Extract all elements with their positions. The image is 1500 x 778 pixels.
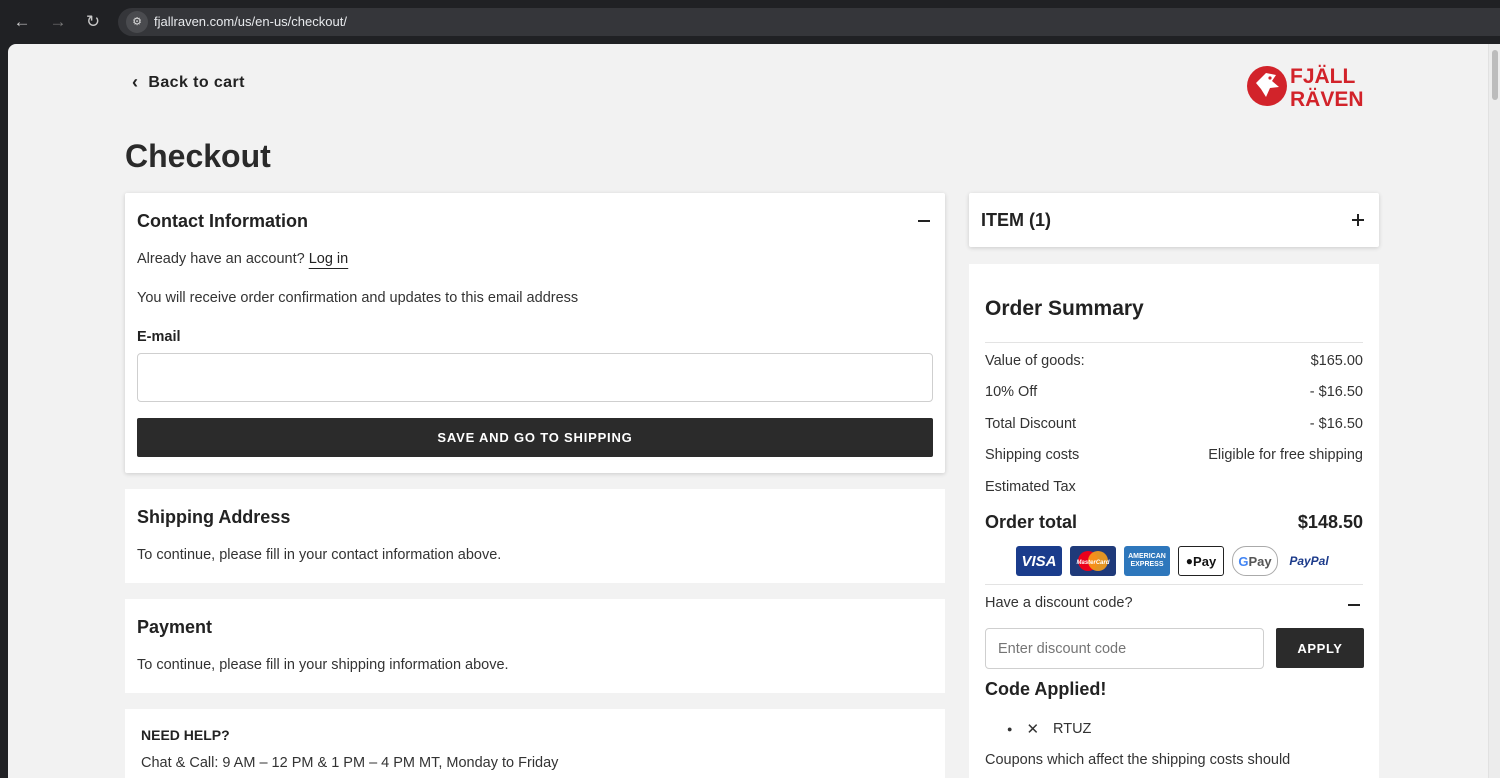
scrollbar-thumb[interactable] <box>1492 50 1498 100</box>
remove-code-x-icon[interactable]: ✕ <box>1026 720 1039 738</box>
summary-row-estimated-tax: Estimated Tax <box>985 479 1363 495</box>
bullet-icon: ● <box>1007 724 1013 734</box>
mastercard-label: MasterCard <box>1076 560 1109 566</box>
page-title: Checkout <box>125 138 271 174</box>
back-arrow-icon[interactable]: ← <box>11 11 33 33</box>
order-total-value: $148.50 <box>1297 512 1363 532</box>
summary-label: Estimated Tax <box>985 479 1076 495</box>
logo-line1: FJÄLL <box>1290 65 1356 88</box>
summary-row-total-discount: Total Discount - $16.50 <box>985 416 1363 432</box>
site-settings-icon[interactable]: ⚙ <box>126 11 148 33</box>
page-scrollbar[interactable] <box>1488 44 1500 778</box>
order-summary-heading: Order Summary <box>985 297 1144 320</box>
page-viewport: ‹ Back to cart FJÄLL RÄVEN Checkout Cont… <box>8 44 1500 778</box>
collapse-minus-icon[interactable] <box>1348 604 1360 606</box>
shipping-address-section: Shipping Address To continue, please fil… <box>125 489 945 583</box>
order-total-row: Order total $148.50 <box>985 512 1363 533</box>
summary-row-10-off: 10% Off - $16.50 <box>985 384 1363 400</box>
summary-value: $165.00 <box>1310 353 1363 369</box>
summary-value: - $16.50 <box>1309 416 1363 432</box>
email-field[interactable] <box>137 353 933 402</box>
need-help-section: NEED HELP? Chat & Call: 9 AM – 12 PM & 1… <box>125 709 945 778</box>
divider <box>985 584 1363 585</box>
summary-row-shipping-costs: Shipping costs Eligible for free shippin… <box>985 447 1363 463</box>
discount-code-input[interactable] <box>985 628 1264 669</box>
apple-pay-icon: ● Pay <box>1178 546 1224 576</box>
contact-information-section: Contact Information Already have an acco… <box>125 193 945 473</box>
save-and-go-to-shipping-button[interactable]: SAVE AND GO TO SHIPPING <box>137 418 933 457</box>
summary-label: Shipping costs <box>985 447 1080 463</box>
summary-row-value-of-goods: Value of goods: $165.00 <box>985 353 1363 369</box>
logo-line2: RÄVEN <box>1290 88 1364 111</box>
fjallraven-logo[interactable]: FJÄLL RÄVEN <box>1246 61 1378 111</box>
item-label: ITEM (1) <box>981 210 1051 230</box>
reload-icon[interactable]: ↻ <box>82 11 104 33</box>
applied-code: RTUZ <box>1053 721 1092 737</box>
email-label: E-mail <box>137 329 181 345</box>
google-pay-icon: G Pay <box>1232 546 1278 576</box>
email-info-text: You will receive order confirmation and … <box>137 290 579 306</box>
collapse-minus-icon[interactable] <box>918 220 930 222</box>
forward-arrow-icon[interactable]: → <box>47 11 69 33</box>
discount-prompt: Have a discount code? <box>985 595 1133 611</box>
payment-heading: Payment <box>137 617 213 637</box>
chevron-left-icon: ‹ <box>132 72 139 92</box>
browser-chrome: ← → ↻ ⚙ fjallraven.com/us/en-us/checkout… <box>0 0 1500 44</box>
account-prompt-line: Already have an account? Log in <box>137 251 348 267</box>
help-heading: NEED HELP? <box>141 727 230 743</box>
google-pay-label: Pay <box>1248 553 1272 569</box>
summary-label: 10% Off <box>985 384 1038 400</box>
order-total-label: Order total <box>985 512 1078 532</box>
divider <box>985 342 1363 343</box>
shipping-text: To continue, please fill in your contact… <box>137 547 502 563</box>
payment-text: To continue, please fill in your shippin… <box>137 657 509 673</box>
login-link[interactable]: Log in <box>309 251 349 267</box>
summary-label: Total Discount <box>985 416 1077 432</box>
summary-value: Eligible for free shipping <box>1208 447 1363 463</box>
summary-label: Value of goods: <box>985 353 1085 369</box>
back-to-cart-label: Back to cart <box>148 73 245 91</box>
paypal-icon: PayPal <box>1289 554 1329 568</box>
address-bar[interactable]: ⚙ fjallraven.com/us/en-us/checkout/ <box>118 8 1500 36</box>
apple-logo-icon: ● <box>1185 554 1194 568</box>
shipping-heading: Shipping Address <box>137 507 291 527</box>
summary-value: - $16.50 <box>1309 384 1363 400</box>
back-to-cart-link[interactable]: ‹ Back to cart <box>132 72 245 93</box>
visa-icon: VISA <box>1016 546 1062 576</box>
payment-section: Payment To continue, please fill in your… <box>125 599 945 693</box>
apply-discount-button[interactable]: APPLY <box>1276 628 1364 668</box>
code-applied-heading: Code Applied! <box>985 679 1107 699</box>
account-prompt: Already have an account? <box>137 251 305 267</box>
contact-heading: Contact Information <box>137 211 308 231</box>
amex-icon: AMERICAN EXPRESS <box>1124 546 1170 576</box>
google-g-icon: G <box>1238 553 1249 569</box>
item-accordion[interactable]: ITEM (1) <box>969 193 1379 247</box>
url-text: fjallraven.com/us/en-us/checkout/ <box>154 14 347 29</box>
apple-pay-label: Pay <box>1193 553 1217 569</box>
order-summary-section: Order Summary Value of goods: $165.00 10… <box>969 264 1379 778</box>
mastercard-icon: MasterCard <box>1070 546 1116 576</box>
applied-code-item: ● ✕ RTUZ <box>1007 720 1091 738</box>
help-text: Chat & Call: 9 AM – 12 PM & 1 PM – 4 PM … <box>141 755 559 771</box>
coupon-note: Coupons which affect the shipping costs … <box>985 752 1291 768</box>
expand-plus-icon[interactable] <box>1352 213 1366 227</box>
